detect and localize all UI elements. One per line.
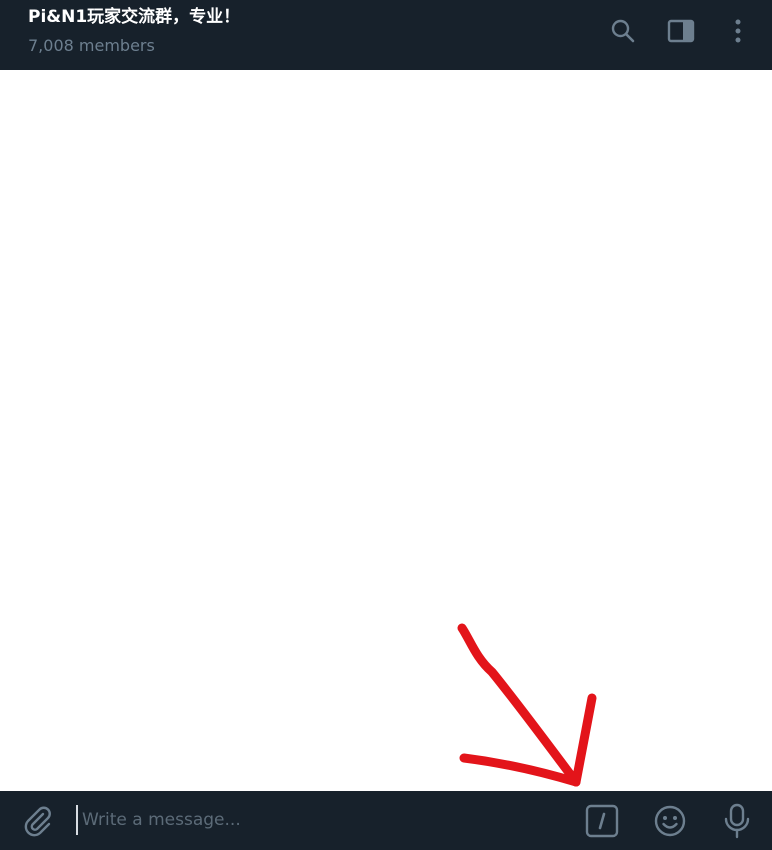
search-icon	[611, 19, 635, 43]
emoji-icon	[654, 805, 686, 837]
chat-title[interactable]: Pi&N1玩家交流群，专业！	[28, 6, 240, 28]
bot-commands-icon	[585, 804, 619, 838]
message-composer	[0, 791, 772, 850]
member-count[interactable]: 7,008 members	[28, 35, 155, 57]
paperclip-icon	[24, 806, 51, 837]
search-button[interactable]	[606, 14, 640, 48]
more-vertical-icon	[735, 19, 741, 43]
sidebar-toggle-icon	[667, 19, 695, 43]
more-menu-button[interactable]	[721, 14, 755, 48]
microphone-icon	[724, 803, 750, 839]
message-input[interactable]	[76, 805, 556, 835]
emoji-button[interactable]	[652, 803, 688, 839]
sidebar-toggle-button[interactable]	[664, 14, 698, 48]
attach-button[interactable]	[20, 803, 56, 839]
bot-commands-button[interactable]	[584, 803, 620, 839]
chat-header: Pi&N1玩家交流群，专业！ 7,008 members	[0, 0, 772, 70]
message-history[interactable]	[1, 70, 771, 791]
voice-message-button[interactable]	[719, 803, 755, 839]
